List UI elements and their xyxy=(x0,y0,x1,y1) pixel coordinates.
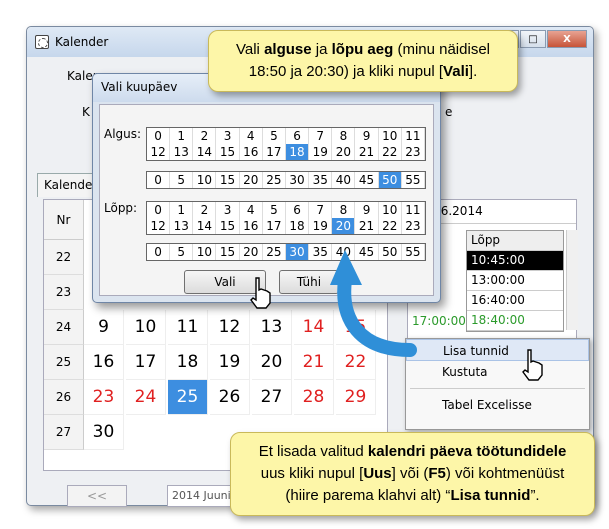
callout-bold: kalendri päeva töötundidele xyxy=(367,443,567,460)
pointer-hand-icon xyxy=(250,277,271,309)
callout-bold: lõpu aeg xyxy=(331,41,394,58)
callout-bold: alguse xyxy=(264,41,312,58)
callout-text: (minu näidisel xyxy=(393,41,490,58)
callout-text: (hiire parema klahvi alt) “ xyxy=(285,487,451,504)
callout-text: ]. xyxy=(468,63,478,80)
callout-bold: Lisa tunnid xyxy=(450,487,531,504)
callout-text: Et lisada valitud xyxy=(258,443,368,460)
callout-text: uus kliki nupul [ xyxy=(260,465,364,482)
callout-text: 18:50 ja 20:30) ja kliki nupul [ xyxy=(248,63,444,80)
instruction-callout-bottom: Et lisada valitud kalendri päeva töötund… xyxy=(230,432,595,516)
instruction-callout-top: Vali alguse ja lõpu aeg (minu näidisel 18… xyxy=(208,30,518,92)
callout-bold: F5 xyxy=(428,465,446,482)
callout-bold: Uus xyxy=(363,465,392,482)
pointer-hand-icon xyxy=(522,349,543,381)
callout-text: ] või ( xyxy=(391,465,429,482)
callout-text: ”. xyxy=(530,487,540,504)
callout-text: ) või kohtmenüüst xyxy=(445,465,565,482)
callout-text: Vali xyxy=(235,41,265,58)
callout-text: ja xyxy=(311,41,332,58)
callout-bold: Vali xyxy=(443,63,469,80)
